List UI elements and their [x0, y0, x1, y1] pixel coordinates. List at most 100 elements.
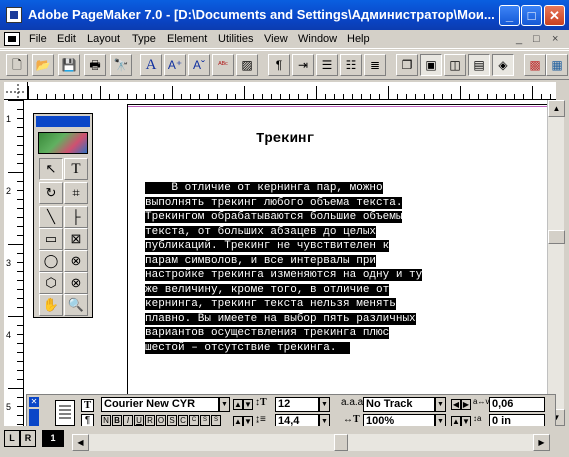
- bold-style-button[interactable]: B: [112, 415, 122, 426]
- nudge-kern-right-icon[interactable]: ▶: [461, 399, 471, 410]
- size-dropdown-icon[interactable]: ▼: [319, 397, 330, 412]
- selected-text-block[interactable]: В отличие от кернинга пар, можно выполня…: [145, 181, 485, 355]
- document-heading[interactable]: Трекинг: [256, 131, 315, 147]
- open-icon[interactable]: 📂: [32, 54, 54, 76]
- menu-file[interactable]: File: [29, 33, 47, 45]
- paste-icon[interactable]: ▣: [420, 54, 442, 76]
- rotate-tool-icon[interactable]: ↻: [39, 182, 63, 204]
- constrained-line-tool-icon[interactable]: ├: [64, 206, 88, 228]
- menu-window[interactable]: Window: [298, 33, 337, 45]
- text-tool-icon[interactable]: T: [64, 158, 88, 180]
- tracking-icon: a.a.a: [341, 397, 364, 408]
- line-tool-icon[interactable]: ╲: [39, 206, 63, 228]
- fill-icon[interactable]: ▨: [236, 54, 258, 76]
- underline-style-button[interactable]: U: [134, 415, 144, 426]
- find-icon[interactable]: 🔭: [110, 54, 132, 76]
- maximize-button[interactable]: □: [521, 5, 542, 26]
- doc-close-button[interactable]: ×: [552, 33, 558, 45]
- ruler-mark-2: 2: [6, 186, 12, 196]
- size-up-icon[interactable]: A⁺: [164, 54, 186, 76]
- zoom-tool-icon[interactable]: 🔍: [64, 294, 88, 316]
- menu-type[interactable]: Type: [132, 33, 156, 45]
- superscript-style-button[interactable]: S: [200, 415, 210, 426]
- crop-tool-icon[interactable]: ⌗: [64, 182, 88, 204]
- rectangle-frame-tool-icon[interactable]: ⊠: [64, 228, 88, 250]
- ruler-origin[interactable]: [4, 82, 28, 100]
- all-caps-style-button[interactable]: C: [178, 415, 188, 426]
- menu-view[interactable]: View: [264, 33, 288, 45]
- left-master-page-tab[interactable]: L: [4, 430, 20, 447]
- font-size-field[interactable]: 12: [275, 397, 319, 412]
- scroll-left-icon[interactable]: ◀: [72, 434, 89, 451]
- scroll-up-icon[interactable]: ▲: [548, 100, 565, 117]
- nudge-size-down-icon[interactable]: ▼: [243, 399, 253, 410]
- nudge-kern-left-icon[interactable]: ◀: [451, 399, 461, 410]
- palette-close-icon[interactable]: ✕: [29, 397, 39, 407]
- reverse-style-button[interactable]: R: [145, 415, 155, 426]
- tracking-dropdown-icon[interactable]: ▼: [435, 397, 446, 412]
- toolbox-title-bar[interactable]: [36, 116, 90, 127]
- horizontal-scroll-thumb[interactable]: [334, 434, 348, 451]
- vertical-scrollbar[interactable]: ▲ ▼: [547, 100, 565, 426]
- document-icon[interactable]: [4, 32, 20, 46]
- menu-element[interactable]: Element: [167, 33, 207, 45]
- right-master-page-tab[interactable]: R: [20, 430, 36, 447]
- close-button[interactable]: ✕: [544, 5, 565, 26]
- ruler-mark-3: 3: [6, 258, 12, 268]
- print-icon[interactable]: 🖶: [84, 54, 106, 76]
- ellipse-tool-icon[interactable]: ◯: [39, 250, 63, 272]
- font-name-field[interactable]: Courier New CYR: [101, 397, 219, 412]
- size-down-icon[interactable]: Aˇ: [188, 54, 210, 76]
- menu-help[interactable]: Help: [347, 33, 370, 45]
- page-1-tab[interactable]: 1: [42, 430, 64, 447]
- pointer-tool-icon[interactable]: ↖: [39, 158, 63, 180]
- nudge-size-up-icon[interactable]: ▲: [233, 399, 243, 410]
- book-icon[interactable]: ▦: [546, 54, 568, 76]
- paragraph-icon[interactable]: ¶: [268, 54, 290, 76]
- doc-restore-button[interactable]: □: [533, 33, 540, 45]
- copy-icon[interactable]: ❐: [396, 54, 418, 76]
- kerning-field[interactable]: 0,06: [489, 397, 545, 412]
- small-caps-style-button[interactable]: C: [189, 415, 199, 426]
- apply-button-icon[interactable]: [55, 400, 75, 426]
- pagemaker-app-icon[interactable]: [6, 7, 22, 23]
- spell-icon[interactable]: ᴬᴮᶜ: [212, 54, 234, 76]
- italic-style-button[interactable]: I: [123, 415, 133, 426]
- font-icon[interactable]: A: [140, 54, 162, 76]
- save-icon[interactable]: 💾: [58, 54, 80, 76]
- scroll-right-icon[interactable]: ▶: [533, 434, 550, 451]
- doc-minimize-button[interactable]: _: [516, 33, 522, 45]
- hand-tool-icon[interactable]: ✋: [39, 294, 63, 316]
- polygon-tool-icon[interactable]: ⬡: [39, 272, 63, 294]
- horizontal-scrollbar[interactable]: ◀ ▶: [72, 434, 550, 451]
- vertical-ruler[interactable]: 1 2 3 4 5: [4, 100, 24, 426]
- indents-icon[interactable]: ⇥: [292, 54, 314, 76]
- text-line: выполнять трекинг любого объема текста.: [145, 196, 403, 209]
- link-icon[interactable]: ▤: [468, 54, 490, 76]
- bullets-icon[interactable]: ☰: [316, 54, 338, 76]
- shadow-style-button[interactable]: S: [167, 415, 177, 426]
- styles-icon[interactable]: ≣: [364, 54, 386, 76]
- menu-layout[interactable]: Layout: [87, 33, 120, 45]
- place-icon[interactable]: ◫: [444, 54, 466, 76]
- color-icon[interactable]: ▩: [524, 54, 546, 76]
- outline-style-button[interactable]: O: [156, 415, 166, 426]
- menu-utilities[interactable]: Utilities: [218, 33, 253, 45]
- numbering-icon[interactable]: ☷: [340, 54, 362, 76]
- font-dropdown-icon[interactable]: ▼: [219, 397, 230, 412]
- toolbox-palette[interactable]: ↖ T ↻ ⌗ ╲ ├ ▭ ⊠ ◯ ⊗ ⬡ ⊗ ✋ 🔍: [33, 113, 93, 318]
- ellipse-frame-tool-icon[interactable]: ⊗: [64, 250, 88, 272]
- minimize-button[interactable]: _: [499, 5, 520, 26]
- menu-edit[interactable]: Edit: [57, 33, 76, 45]
- text-line: публикаций. Трекинг не чувствителен к: [145, 240, 390, 252]
- subscript-style-button[interactable]: S: [211, 415, 221, 426]
- layers-icon[interactable]: ◈: [492, 54, 514, 76]
- polygon-frame-tool-icon[interactable]: ⊗: [64, 272, 88, 294]
- horizontal-ruler[interactable]: [28, 82, 556, 100]
- normal-style-button[interactable]: N: [101, 415, 111, 426]
- tracking-field[interactable]: No Track: [363, 397, 435, 412]
- character-view-icon[interactable]: T: [81, 399, 94, 412]
- new-icon[interactable]: 🗋: [6, 54, 28, 76]
- rectangle-tool-icon[interactable]: ▭: [39, 228, 63, 250]
- scroll-thumb[interactable]: [548, 230, 565, 244]
